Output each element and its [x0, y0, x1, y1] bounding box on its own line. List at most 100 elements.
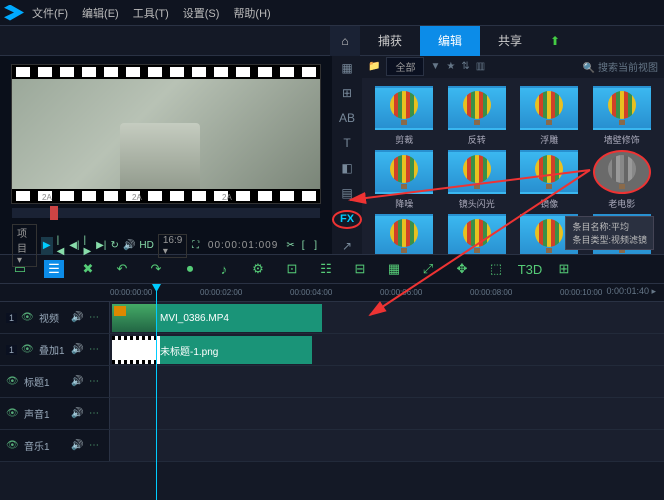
tab-capture[interactable]: 捕获: [360, 26, 420, 56]
track-content[interactable]: 未标题-1.png: [110, 334, 664, 365]
hd-button[interactable]: HD: [139, 239, 153, 253]
tab-share[interactable]: 共享: [480, 26, 540, 56]
track-header[interactable]: 👁标题1🔊⋯: [0, 366, 110, 397]
library-panel: ▦ ⊞ AB T ◧ ▤ FX ↗ 📁 全部 ▼ ★ ⇅ ▥ 🔍 搜索当前视图 …: [332, 56, 664, 254]
goto-end-button[interactable]: ▶|: [96, 239, 106, 253]
frame-num: 2A: [222, 193, 232, 202]
goto-start-button[interactable]: |◀: [57, 239, 66, 253]
fx-item-3[interactable]: 墙壁修饰: [588, 86, 657, 146]
track-header[interactable]: 1👁视频🔊⋯: [0, 302, 110, 333]
tool-3d-text-icon[interactable]: T3D: [520, 260, 540, 278]
fx-item-5[interactable]: 镜头闪光: [443, 150, 512, 210]
library-view-icon[interactable]: ▥: [476, 61, 485, 72]
tool-pan-icon[interactable]: ✥: [452, 260, 472, 278]
ruler-tick: 00:00:06:00: [380, 288, 422, 297]
menu-bar: 文件(F) 编辑(E) 工具(T) 设置(S) 帮助(H): [0, 0, 664, 26]
tool-resize-icon[interactable]: ⤢: [418, 260, 438, 278]
aspect-select[interactable]: 16:9 ▾: [158, 234, 187, 258]
timecode-display[interactable]: 00:00:01:009: [204, 240, 282, 251]
fx-item-7[interactable]: 老电影: [588, 150, 657, 210]
timeline-ruler[interactable]: 0:00:01:40 ▸ 00:00:00:0000:00:02:0000:00…: [0, 284, 664, 302]
library-folder-icon[interactable]: 📁: [368, 61, 380, 72]
track-header[interactable]: 👁音乐1🔊⋯: [0, 430, 110, 461]
fx-label: 镜头闪光: [459, 197, 495, 210]
app-logo: [4, 5, 24, 21]
fx-item-4[interactable]: 降噪: [370, 150, 439, 210]
menu-edit[interactable]: 编辑(E): [82, 5, 119, 21]
prev-frame-button[interactable]: ◀|: [69, 239, 79, 253]
library-fav-icon[interactable]: ★: [446, 61, 455, 72]
library-category-select[interactable]: 全部: [386, 57, 424, 76]
playhead[interactable]: [156, 284, 157, 500]
fx-label: 浮雕: [540, 133, 558, 146]
tab-home[interactable]: ⌂: [330, 26, 360, 56]
library-tab-filters[interactable]: ▤: [334, 185, 360, 202]
fx-item-9[interactable]: [443, 214, 512, 254]
fx-label: 剪裁: [395, 133, 413, 146]
fx-item-6[interactable]: 镜像: [515, 150, 584, 210]
track-row: 1👁叠加1🔊⋯未标题-1.png: [0, 334, 664, 366]
frame-num: 2A: [132, 193, 142, 202]
tool-motion-icon[interactable]: ⬚: [486, 260, 506, 278]
track-content[interactable]: [110, 398, 664, 429]
library-tab-templates[interactable]: ⊞: [334, 85, 360, 102]
ruler-tick: 00:00:10:00: [560, 288, 602, 297]
track-header[interactable]: 👁声音1🔊⋯: [0, 398, 110, 429]
fx-label: 镜像: [540, 197, 558, 210]
fx-item-2[interactable]: 浮雕: [515, 86, 584, 146]
menu-help[interactable]: 帮助(H): [233, 5, 270, 21]
fx-label: 反转: [468, 133, 486, 146]
fx-label: 老电影: [608, 197, 635, 210]
loop-button[interactable]: ↻: [110, 239, 119, 253]
tool-split-icon[interactable]: ⊞: [554, 260, 574, 278]
ruler-tick: 00:00:08:00: [470, 288, 512, 297]
split-button[interactable]: ✂: [286, 239, 295, 253]
mode-select[interactable]: 项目 ▾: [12, 224, 37, 267]
video-clip[interactable]: MVI_0386.MP4: [112, 304, 322, 332]
fx-item-0[interactable]: 剪裁: [370, 86, 439, 146]
track-row: 👁音乐1🔊⋯: [0, 430, 664, 462]
library-tab-media[interactable]: ▦: [334, 60, 360, 77]
track-row: 👁声音1🔊⋯: [0, 398, 664, 430]
volume-button[interactable]: 🔊: [123, 239, 135, 253]
track-content[interactable]: MVI_0386.MP4: [110, 302, 664, 333]
ruler-tick: 00:00:04:00: [290, 288, 332, 297]
track-row: 👁标题1🔊⋯: [0, 366, 664, 398]
fx-label: 降噪: [395, 197, 413, 210]
menu-tools[interactable]: 工具(T): [133, 5, 169, 21]
mark-out-button[interactable]: ]: [311, 239, 320, 253]
library-tab-paths[interactable]: ↗: [334, 237, 360, 254]
ruler-tick: 00:00:00:00: [110, 288, 152, 297]
fx-item-1[interactable]: 反转: [443, 86, 512, 146]
preview-scrubber[interactable]: [12, 208, 320, 218]
frame-num: 2A: [42, 193, 52, 202]
fullscreen-button[interactable]: ⛶: [191, 239, 200, 253]
fx-item-8[interactable]: [370, 214, 439, 254]
track-content[interactable]: [110, 430, 664, 461]
track-content[interactable]: [110, 366, 664, 397]
track-header[interactable]: 1👁叠加1🔊⋯: [0, 334, 110, 365]
preview-panel: 2A 2A 2A 项目 ▾ ▶ |◀ ◀| |▶ ▶| ↻ 🔊 HD 16:9 …: [0, 56, 332, 254]
tab-upload[interactable]: ⬆: [540, 26, 570, 56]
play-button[interactable]: ▶: [41, 237, 53, 255]
menu-settings[interactable]: 设置(S): [183, 5, 220, 21]
image-clip[interactable]: 未标题-1.png: [112, 336, 312, 364]
tool-multi-icon[interactable]: ▦: [384, 260, 404, 278]
timeline: 0:00:01:40 ▸ 00:00:00:0000:00:02:0000:00…: [0, 284, 664, 500]
library-sort-icon[interactable]: ⇅: [461, 61, 469, 72]
workspace-tabs: ⌂ 捕获 编辑 共享 ⬆: [0, 26, 664, 56]
timeline-duration: 0:00:01:40 ▸: [606, 286, 656, 297]
library-tab-title[interactable]: T: [334, 135, 360, 152]
next-frame-button[interactable]: |▶: [84, 239, 93, 253]
tab-edit[interactable]: 编辑: [420, 26, 480, 56]
library-tab-transitions[interactable]: AB: [334, 110, 360, 127]
tool-track-icon[interactable]: ⊟: [350, 260, 370, 278]
fx-tooltip: 条目名称:平均 条目类型:视频滤镜: [565, 216, 654, 250]
menu-file[interactable]: 文件(F): [32, 5, 68, 21]
mark-in-button[interactable]: [: [299, 239, 308, 253]
preview-monitor[interactable]: 2A 2A 2A: [11, 64, 321, 204]
track-row: 1👁视频🔊⋯MVI_0386.MP4: [0, 302, 664, 334]
library-tab-fx[interactable]: FX: [332, 210, 362, 229]
library-search[interactable]: 🔍 搜索当前视图: [583, 59, 658, 74]
library-tab-graphics[interactable]: ◧: [334, 160, 360, 177]
